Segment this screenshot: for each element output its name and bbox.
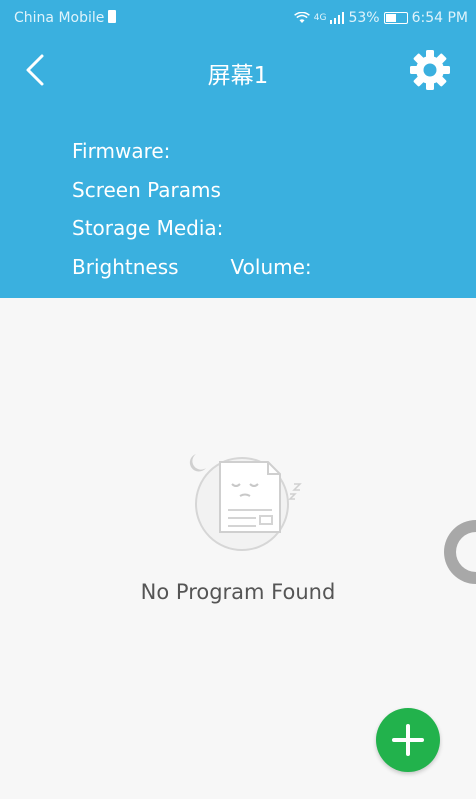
- status-bar: China Mobile 4G 53% 6:54 PM: [0, 0, 476, 36]
- nav-bar: 屏幕1: [0, 36, 476, 104]
- wifi-icon: [293, 12, 310, 23]
- network-type: 4G: [313, 13, 327, 23]
- signal-icon: [330, 12, 345, 24]
- floating-assistive-button[interactable]: [436, 512, 476, 592]
- volume-label: Volume:: [230, 254, 312, 279]
- header: China Mobile 4G 53% 6:54 PM 屏幕1 Firmware…: [0, 0, 476, 298]
- gear-icon: [410, 50, 450, 90]
- status-right: 4G 53% 6:54 PM: [293, 10, 468, 26]
- battery-icon: [383, 12, 408, 24]
- device-info: Firmware: Screen Params Storage Media: B…: [72, 132, 312, 286]
- empty-state-message: No Program Found: [140, 580, 336, 604]
- page-title: 屏幕1: [207, 63, 269, 89]
- battery-percent: 53%: [348, 10, 380, 26]
- settings-button[interactable]: [408, 48, 452, 92]
- storage-media-label: Storage Media:: [72, 216, 224, 240]
- add-program-button[interactable]: [376, 708, 440, 772]
- brightness-label: Brightness: [72, 254, 179, 279]
- carrier: China Mobile: [14, 10, 117, 26]
- sim-icon: [108, 10, 117, 23]
- clock: 6:54 PM: [411, 10, 468, 26]
- brightness-volume-row: Brightness Volume:: [72, 248, 312, 287]
- firmware-label: Firmware:: [72, 139, 171, 163]
- screen-params-label: Screen Params: [72, 177, 221, 202]
- sleeping-document-icon: [189, 454, 302, 551]
